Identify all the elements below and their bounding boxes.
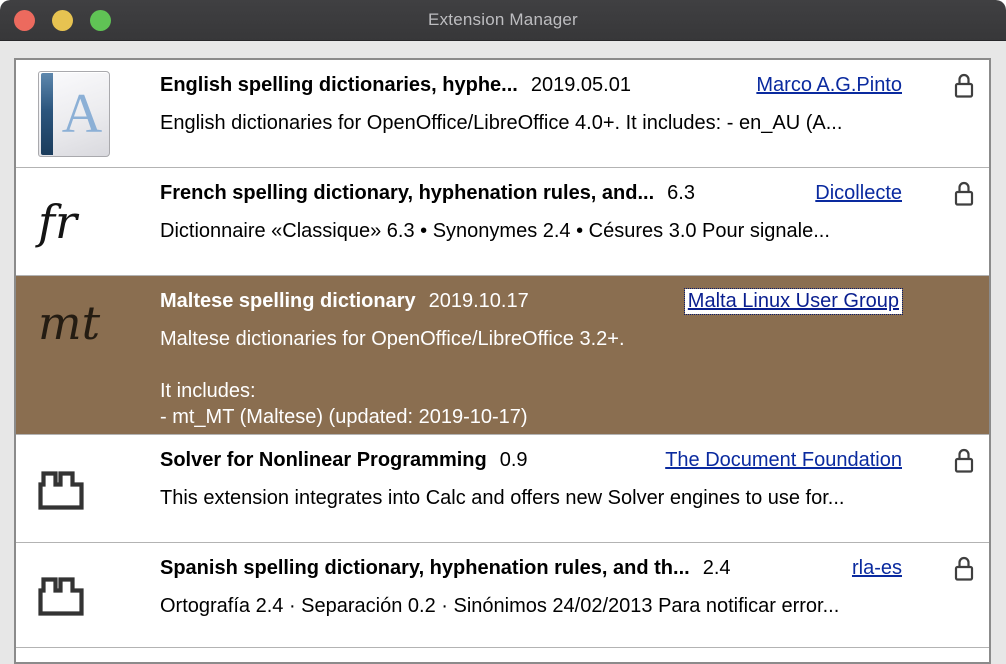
- window-title: Extension Manager: [0, 0, 1006, 40]
- lock-icon: [954, 555, 974, 582]
- extension-title: Spanish spelling dictionary, hyphenation…: [160, 557, 690, 580]
- extension-row-solver[interactable]: Solver for Nonlinear Programming 0.9 The…: [16, 435, 989, 543]
- extension-title: Maltese spelling dictionary: [160, 290, 416, 313]
- lock-icon: [954, 72, 974, 99]
- extension-version: 6.3: [667, 182, 695, 205]
- publisher-link[interactable]: Malta Linux User Group: [685, 289, 902, 314]
- publisher-link[interactable]: Marco A.G.Pinto: [756, 74, 902, 97]
- extension-title: English spelling dictionaries, hyphe...: [160, 74, 518, 97]
- extension-title: French spelling dictionary, hyphenation …: [160, 182, 654, 205]
- book-spine: [41, 73, 53, 155]
- extension-row-french[interactable]: fr French spelling dictionary, hyphenati…: [16, 168, 989, 276]
- extension-description-line: [160, 352, 989, 378]
- lock-icon: [954, 180, 974, 207]
- lock-icon: [954, 447, 974, 474]
- extension-description: This extension integrates into Calc and …: [160, 485, 989, 511]
- extension-row-spanish[interactable]: Spanish spelling dictionary, hyphenation…: [16, 543, 989, 648]
- extension-package-icon: [38, 468, 84, 510]
- extension-description: Dictionnaire «Classique» 6.3 • Synonymes…: [160, 218, 989, 244]
- extension-row-maltese-selected[interactable]: mt Maltese spelling dictionary 2019.10.1…: [16, 276, 989, 435]
- extension-description-line: - mt_MT (Maltese) (updated: 2019-10-17): [160, 404, 989, 430]
- publisher-link[interactable]: The Document Foundation: [665, 449, 902, 472]
- publisher-link[interactable]: Dicollecte: [815, 182, 902, 205]
- extension-version: 2019.05.01: [531, 74, 631, 97]
- extension-description: English dictionaries for OpenOffice/Libr…: [160, 110, 989, 136]
- extension-manager-window: Extension Manager A English spelling dic…: [0, 0, 1006, 664]
- extension-list[interactable]: A English spelling dictionaries, hyphe..…: [14, 58, 991, 664]
- extension-title: Solver for Nonlinear Programming: [160, 449, 487, 472]
- fr-language-icon: fr: [38, 199, 77, 245]
- extension-row-english[interactable]: A English spelling dictionaries, hyphe..…: [16, 60, 989, 168]
- book-a-icon: A: [38, 71, 110, 157]
- publisher-link[interactable]: rla-es: [852, 557, 902, 580]
- extension-description-line: It includes:: [160, 378, 989, 404]
- extension-version: 0.9: [500, 449, 528, 472]
- extension-version: 2.4: [703, 557, 731, 580]
- extension-package-icon: [38, 574, 84, 616]
- mt-language-icon: mt: [38, 300, 100, 346]
- titlebar[interactable]: Extension Manager: [0, 0, 1006, 41]
- extension-version: 2019.10.17: [429, 290, 529, 313]
- extension-description-line: Maltese dictionaries for OpenOffice/Libr…: [160, 326, 989, 352]
- extension-description: Ortografía 2.4 · Separación 0.2 · Sinóni…: [160, 593, 989, 619]
- book-letter: A: [55, 82, 109, 146]
